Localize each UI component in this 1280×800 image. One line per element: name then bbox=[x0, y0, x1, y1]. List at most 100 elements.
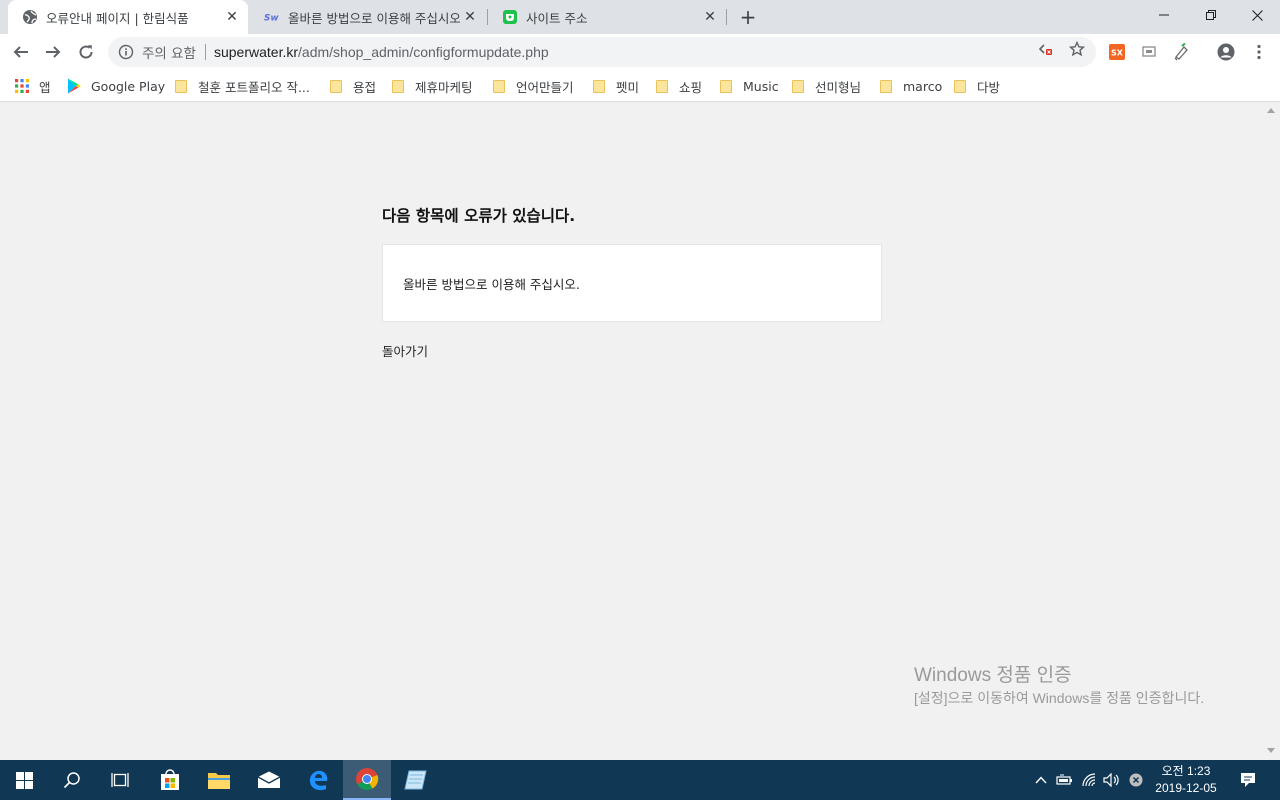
folder-icon bbox=[654, 78, 670, 94]
folder-icon bbox=[790, 78, 806, 94]
start-button[interactable] bbox=[0, 760, 48, 800]
error-message: 올바른 방법으로 이용해 주십시오. bbox=[403, 277, 580, 292]
scroll-down-icon[interactable] bbox=[1267, 748, 1275, 753]
bookmark-folder-language[interactable]: 언어만들기 bbox=[491, 75, 574, 97]
chrome-app[interactable] bbox=[343, 760, 391, 800]
tab-separator bbox=[726, 9, 727, 25]
restore-button[interactable] bbox=[1188, 0, 1234, 30]
minimize-button[interactable] bbox=[1141, 0, 1187, 30]
windows-taskbar: 오전 1:23 2019-12-05 bbox=[0, 760, 1280, 800]
tab-title: 사이트 주소 bbox=[526, 10, 588, 26]
action-center-button[interactable] bbox=[1234, 760, 1262, 800]
folder-icon bbox=[491, 78, 507, 94]
bookmark-label: 철훈 포트폴리오 작... bbox=[198, 79, 310, 95]
edge-icon bbox=[309, 770, 328, 791]
arrow-left-icon bbox=[13, 46, 28, 58]
info-icon[interactable] bbox=[118, 44, 134, 60]
show-hidden-icons[interactable] bbox=[1032, 760, 1050, 800]
bookmark-label: 언어만들기 bbox=[516, 79, 574, 95]
notes-app[interactable] bbox=[392, 760, 440, 800]
bookmark-folder-affiliate[interactable]: 제휴마케팅 bbox=[390, 75, 473, 97]
store-app[interactable] bbox=[146, 760, 194, 800]
close-tab-icon[interactable]: ✕ bbox=[460, 7, 480, 27]
bookmark-label: 쇼핑 bbox=[679, 79, 703, 95]
folder-icon bbox=[390, 78, 406, 94]
network-tray[interactable] bbox=[1080, 760, 1100, 800]
search-button[interactable] bbox=[48, 760, 96, 800]
bookmark-label: 다방 bbox=[977, 79, 1001, 95]
back-button[interactable] bbox=[6, 37, 36, 67]
extension-screen-icon[interactable] bbox=[1140, 43, 1158, 61]
chrome-menu-icon[interactable] bbox=[1250, 43, 1268, 61]
bookmark-folder-music[interactable]: Music bbox=[718, 75, 779, 97]
bookmark-label: Google Play bbox=[91, 78, 166, 94]
bookmark-folder-marco[interactable]: marco bbox=[878, 75, 942, 97]
battery-icon bbox=[1056, 774, 1072, 785]
scroll-up-icon[interactable] bbox=[1267, 108, 1275, 113]
bookmark-label: 제휴마케팅 bbox=[415, 79, 473, 95]
bookmarks-bar: 앱 Google Play 철훈 포트폴리오 작... 용접 제휴마케팅 언어만… bbox=[0, 70, 1280, 102]
bookmark-folder-petmi[interactable]: 펫미 bbox=[591, 75, 639, 97]
bookmark-folder-welding[interactable]: 용접 bbox=[328, 75, 376, 97]
battery-tray[interactable] bbox=[1055, 760, 1075, 800]
bookmark-folder-sunmi[interactable]: 선미형님 bbox=[790, 75, 861, 97]
tab-title: 오류안내 페이지 | 한림식품 bbox=[46, 10, 189, 26]
vertical-scrollbar[interactable] bbox=[1263, 102, 1280, 760]
edge-app[interactable] bbox=[294, 760, 342, 800]
error-heading: 다음 항목에 오류가 있습니다. bbox=[382, 207, 576, 225]
speaker-icon bbox=[1103, 773, 1119, 787]
folder-icon bbox=[173, 78, 189, 94]
mail-icon bbox=[257, 771, 281, 788]
address-bar[interactable]: 주의 요함 superwater.kr/adm/shop_admin/confi… bbox=[108, 37, 1096, 67]
extension-pen-icon[interactable] bbox=[1172, 43, 1190, 61]
bookmark-google-play[interactable]: Google Play bbox=[66, 75, 165, 97]
tab-error-page[interactable]: 오류안내 페이지 | 한림식품 ✕ bbox=[8, 0, 248, 34]
folder-icon bbox=[952, 78, 968, 94]
bookmark-folder-dabang[interactable]: 다방 bbox=[952, 75, 1000, 97]
task-view-button[interactable] bbox=[96, 760, 144, 800]
page-content: 다음 항목에 오류가 있습니다. 올바른 방법으로 이용해 주십시오. 돌아가기… bbox=[0, 102, 1280, 760]
folder-icon bbox=[208, 773, 230, 789]
url-text[interactable]: superwater.kr/adm/shop_admin/configformu… bbox=[214, 44, 549, 60]
profile-avatar-icon[interactable] bbox=[1217, 43, 1235, 61]
svg-text:Sw: Sw bbox=[264, 14, 279, 23]
google-play-icon bbox=[66, 78, 82, 94]
disconnected-tray[interactable] bbox=[1126, 760, 1146, 800]
apps-grid-icon bbox=[14, 78, 30, 94]
tab-notice[interactable]: Sw 올바른 방법으로 이용해 주십시오 ✕ bbox=[250, 0, 486, 34]
tab-site-address[interactable]: 사이트 주소 ✕ bbox=[488, 0, 726, 34]
chrome-icon bbox=[356, 768, 379, 790]
new-tab-button[interactable]: + bbox=[736, 5, 760, 29]
tab-title: 올바른 방법으로 이용해 주십시오 bbox=[288, 10, 460, 26]
bookmark-label: 앱 bbox=[39, 79, 51, 95]
arrow-right-icon bbox=[46, 46, 61, 58]
close-window-button[interactable] bbox=[1234, 0, 1280, 30]
security-warning-label[interactable]: 주의 요함 bbox=[142, 42, 196, 62]
error-message-box: 올바른 방법으로 이용해 주십시오. bbox=[382, 244, 882, 322]
volume-tray[interactable] bbox=[1102, 760, 1122, 800]
extension-orange-icon[interactable]: SX bbox=[1108, 43, 1126, 61]
forward-button[interactable] bbox=[38, 37, 68, 67]
wifi-icon bbox=[1082, 773, 1096, 787]
svg-text:SX: SX bbox=[1111, 49, 1124, 58]
translate-blocked-icon[interactable] bbox=[1037, 41, 1053, 57]
clock-time: 오전 1:23 bbox=[1161, 764, 1211, 778]
bookmark-label: 용접 bbox=[353, 79, 377, 95]
folder-icon bbox=[591, 78, 607, 94]
close-tab-icon[interactable]: ✕ bbox=[700, 7, 720, 27]
bookmark-folder-shopping[interactable]: 쇼핑 bbox=[654, 75, 702, 97]
bookmark-star-icon[interactable] bbox=[1069, 41, 1085, 57]
reload-button[interactable] bbox=[71, 37, 101, 67]
taskbar-clock[interactable]: 오전 1:23 2019-12-05 bbox=[1146, 763, 1226, 797]
bookmark-apps[interactable]: 앱 bbox=[14, 75, 51, 97]
bookmark-folder-portfolio[interactable]: 철훈 포트폴리오 작... bbox=[173, 75, 310, 97]
mail-app[interactable] bbox=[245, 760, 293, 800]
url-path: /adm/shop_admin/configformupdate.php bbox=[298, 44, 549, 60]
naver-cafe-icon bbox=[502, 9, 518, 25]
back-link[interactable]: 돌아가기 bbox=[382, 341, 428, 360]
close-tab-icon[interactable]: ✕ bbox=[222, 7, 242, 27]
task-view-icon bbox=[111, 773, 129, 787]
file-explorer-app[interactable] bbox=[195, 760, 243, 800]
folder-icon bbox=[878, 78, 894, 94]
windows-activation-watermark: Windows 정품 인증 [설정]으로 이동하여 Windows를 정품 인증… bbox=[914, 660, 1244, 708]
